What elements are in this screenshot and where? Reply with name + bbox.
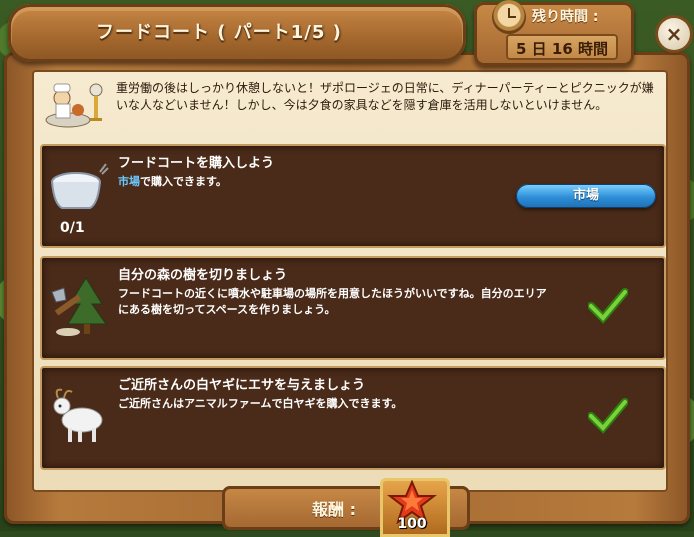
checkmark-icon	[588, 288, 628, 324]
window-title: フードコート ( パート1/5 )	[96, 22, 342, 43]
market-button[interactable]: 市場	[516, 184, 656, 208]
quest-description: フードコートの近くに噴水や駐車場の場所を用意したほうがいいですね。自分のエリアに…	[118, 287, 547, 316]
quest-item: ご近所さんの白ヤギにエサを与えましょう ご近所さんはアニマルファームで白ヤギを購…	[40, 366, 666, 470]
quest-item: 0/1 フードコートを購入しよう 市場で購入できます。 市場	[40, 144, 666, 248]
quest-item: 自分の森の樹を切りましょう フードコートの近くに噴水や駐車場の場所を用意したほう…	[40, 256, 666, 360]
quest-description-text: で購入できます。	[140, 175, 227, 188]
chef-icon	[45, 83, 103, 128]
goat-icon	[53, 388, 103, 442]
quest-title: フードコートを購入しよう	[118, 156, 275, 171]
quest-progress: 0/1	[60, 220, 85, 236]
quest-description: 市場で購入できます。	[118, 174, 548, 190]
close-icon: ×	[665, 22, 683, 46]
quest-description: ご近所さんはアニマルファームで白ヤギを購入できます。	[118, 397, 403, 410]
close-button[interactable]: ×	[658, 18, 690, 50]
market-link[interactable]: 市場	[118, 175, 140, 188]
quest-title: ご近所さんの白ヤギにエサを与えましょう	[118, 378, 366, 393]
intro-text: 重労働の後はしっかり休憩しないと！ザポロージェの日常に、ディナーパーティーとピク…	[116, 81, 654, 112]
quest-title: 自分の森の樹を切りましょう	[118, 268, 288, 283]
axe-tree-icon	[51, 277, 107, 336]
reward-label: 報酬 :	[312, 500, 356, 519]
time-remaining-label: 残り時間 :	[532, 9, 599, 25]
table-icon	[51, 163, 109, 209]
clock-hand	[508, 16, 516, 18]
checkmark-icon	[588, 398, 628, 434]
time-remaining-value: 5 日 16 時間	[516, 40, 608, 58]
reward-value: 100	[397, 516, 427, 532]
